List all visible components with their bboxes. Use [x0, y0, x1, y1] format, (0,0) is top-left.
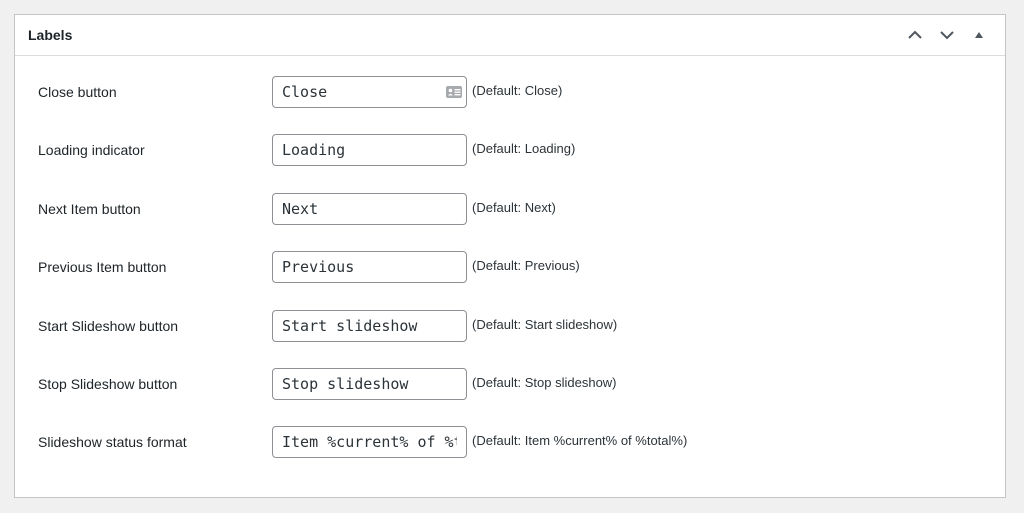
field-default: (Default: Start slideshow)	[472, 316, 618, 332]
loading-indicator-input[interactable]	[272, 134, 467, 167]
field-label: Next Item button	[38, 200, 141, 217]
close-button-input[interactable]	[272, 76, 467, 108]
field-default: (Default: Item %current% of %total%)	[472, 433, 688, 449]
stop-slideshow-input[interactable]	[272, 367, 467, 400]
field-row-previous: Previous Item button (Default: Previous)	[15, 251, 1005, 309]
panel-header: Labels	[15, 15, 1005, 56]
field-row-stop-slideshow: Stop Slideshow button (Default: Stop sli…	[15, 367, 1005, 426]
field-default: (Default: Loading)	[472, 141, 576, 157]
triangle-up-icon	[975, 32, 983, 38]
field-label: Previous Item button	[38, 259, 167, 276]
field-row-next: Next Item button (Default: Next)	[15, 192, 1005, 251]
field-label: Stop Slideshow button	[38, 375, 178, 392]
chevron-up-icon	[908, 30, 922, 39]
field-label: Loading indicator	[38, 142, 145, 159]
field-label: Start Slideshow button	[38, 317, 179, 334]
field-default: (Default: Close)	[472, 83, 563, 98]
field-row-start-slideshow: Start Slideshow button (Default: Start s…	[15, 309, 1005, 368]
label-fields: Close button (Default: Close) Loading in…	[15, 56, 1005, 485]
field-default: (Default: Next)	[472, 199, 556, 215]
field-row-loading: Loading indicator (Default: Loading)	[15, 134, 1005, 192]
panel-actions	[901, 21, 993, 49]
toggle-panel-button[interactable]	[965, 21, 993, 49]
field-label: Close button	[38, 84, 117, 100]
start-slideshow-input[interactable]	[272, 309, 467, 342]
labels-panel: Labels Close button (D	[14, 14, 1006, 498]
field-default: (Default: Previous)	[472, 258, 580, 274]
chevron-down-icon	[940, 31, 954, 40]
field-row-status-format: Slideshow status format (Default: Item %…	[15, 426, 1005, 484]
move-down-button[interactable]	[933, 21, 961, 49]
contact-card-icon[interactable]	[445, 83, 463, 101]
field-row-close: Close button (Default: Close)	[15, 76, 1005, 134]
slideshow-status-format-input[interactable]	[272, 426, 467, 459]
field-label: Slideshow status format	[38, 434, 187, 451]
panel-title: Labels	[28, 27, 73, 43]
previous-item-input[interactable]	[272, 251, 467, 284]
next-item-input[interactable]	[272, 192, 467, 225]
field-default: (Default: Stop slideshow)	[472, 374, 617, 390]
move-up-button[interactable]	[901, 21, 929, 49]
